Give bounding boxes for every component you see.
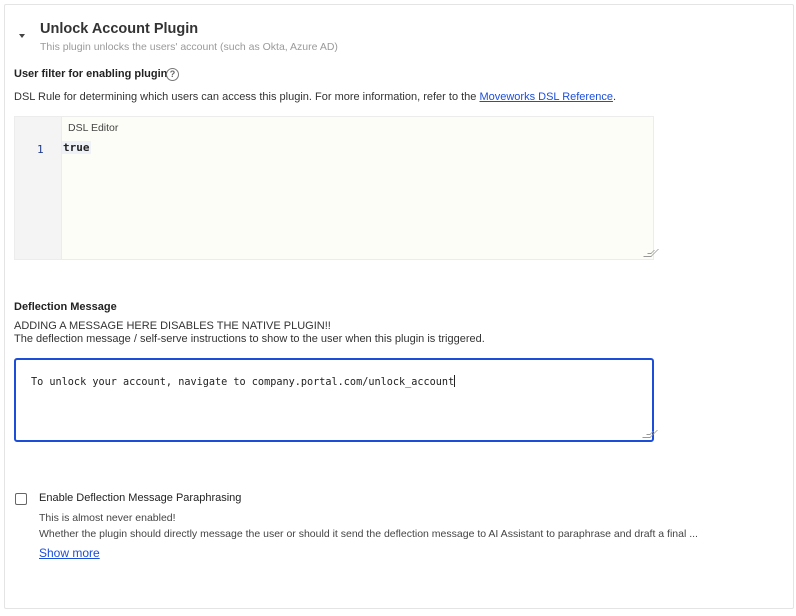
dsl-editor-label: DSL Editor bbox=[68, 122, 119, 134]
paraphrasing-label[interactable]: Enable Deflection Message Paraphrasing bbox=[39, 492, 241, 504]
line-number: 1 bbox=[37, 143, 44, 156]
show-more-link[interactable]: Show more bbox=[39, 546, 100, 560]
description-suffix: . bbox=[612, 91, 617, 103]
question-circle-icon[interactable]: ? bbox=[166, 68, 179, 81]
user-filter-description-text: DSL Rule for determining which users can… bbox=[14, 91, 480, 103]
deflection-warning: ADDING A MESSAGE HERE DISABLES THE NATIV… bbox=[14, 320, 331, 332]
user-filter-description: DSL Rule for determining which users can… bbox=[14, 91, 616, 103]
text-cursor bbox=[454, 375, 456, 387]
plugin-title: Unlock Account Plugin bbox=[40, 21, 199, 37]
deflection-message-text: To unlock your account, navigate to comp… bbox=[31, 377, 455, 388]
deflection-message-input[interactable]: To unlock your account, navigate to comp… bbox=[14, 358, 658, 442]
deflection-description: The deflection message / self-serve inst… bbox=[14, 333, 485, 345]
dsl-reference-link[interactable]: Moveworks DSL Reference bbox=[479, 91, 612, 103]
paraphrasing-description: Whether the plugin should directly messa… bbox=[39, 528, 698, 540]
paraphrasing-note: This is almost never enabled! bbox=[39, 512, 176, 524]
collapse-caret-icon[interactable] bbox=[19, 34, 25, 38]
user-filter-label: User filter for enabling plugin bbox=[14, 68, 168, 80]
deflection-message-value[interactable]: To unlock your account, navigate to comp… bbox=[31, 375, 456, 388]
dsl-editor[interactable]: 1 DSL Editor true bbox=[14, 116, 659, 260]
deflection-label: Deflection Message bbox=[14, 301, 117, 313]
code-line[interactable]: true bbox=[62, 141, 91, 154]
plugin-subtitle: This plugin unlocks the users' account (… bbox=[40, 41, 338, 53]
editor-gutter: 1 bbox=[15, 117, 62, 259]
paraphrasing-checkbox[interactable] bbox=[15, 493, 27, 505]
